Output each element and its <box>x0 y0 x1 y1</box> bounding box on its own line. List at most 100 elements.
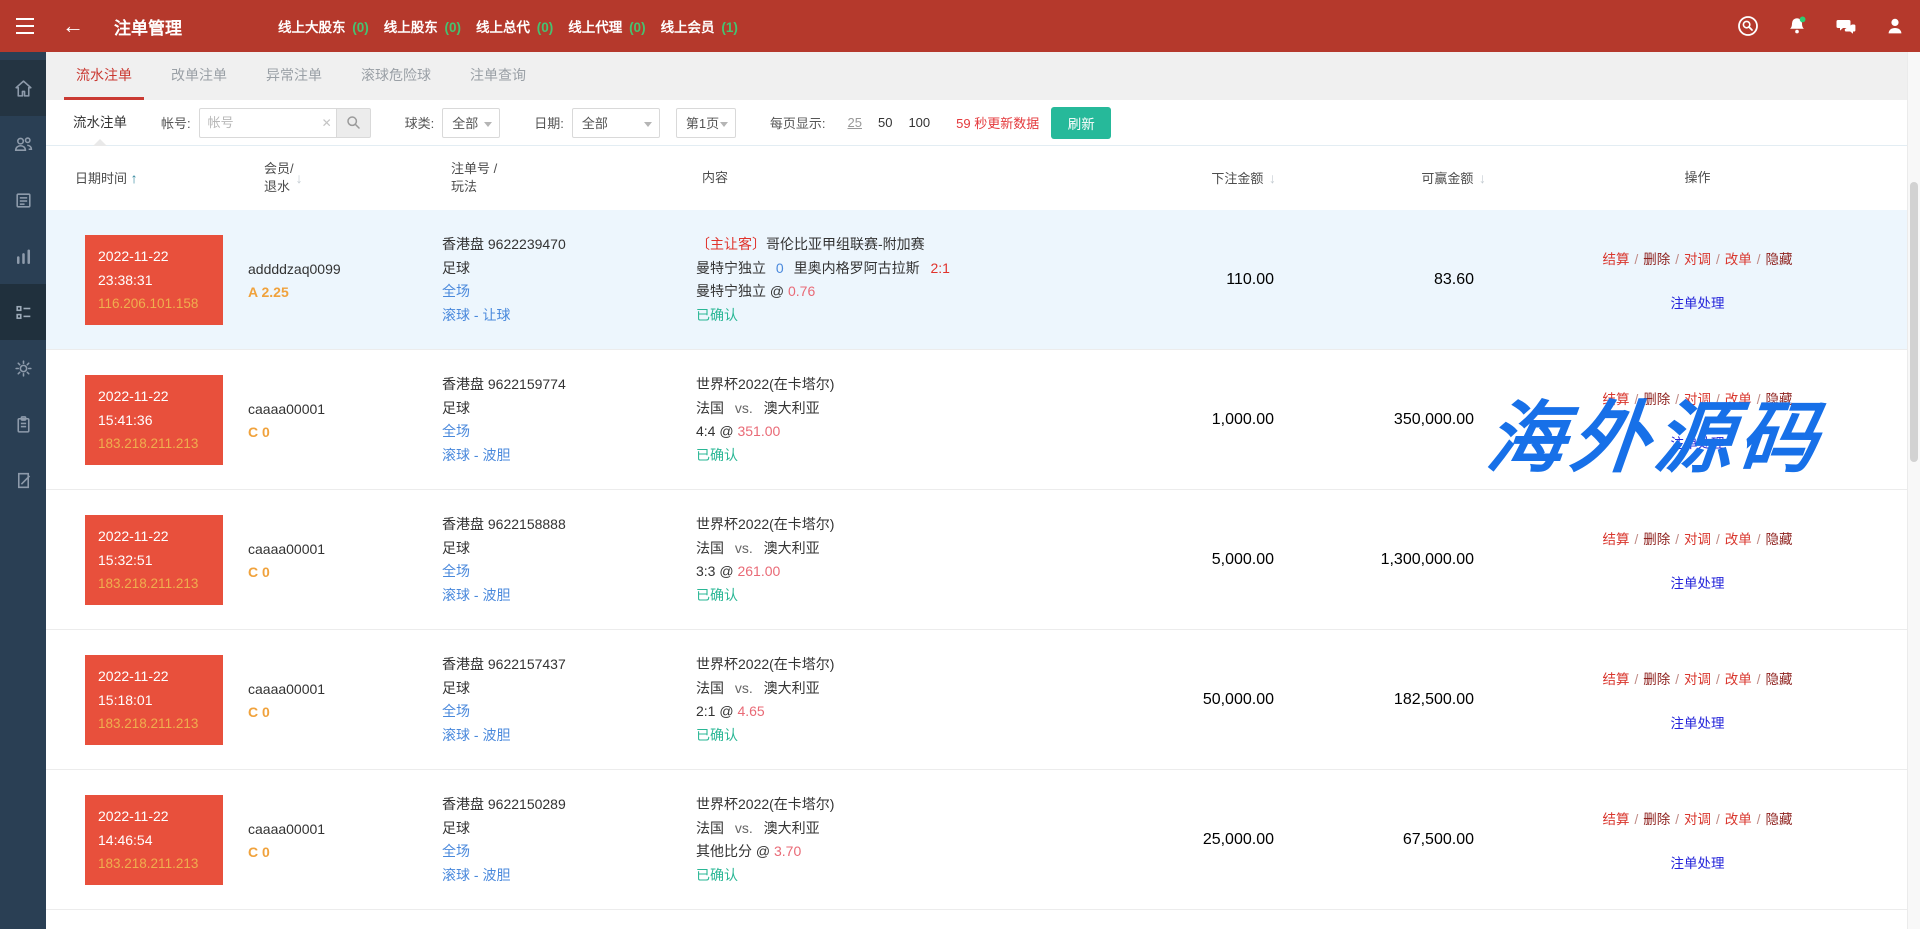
menu-toggle-icon[interactable] <box>10 11 40 41</box>
tab-modified-orders[interactable]: 改单注单 <box>159 52 239 100</box>
vs-label: vs. <box>735 820 753 836</box>
scope-link[interactable]: 全场 <box>442 280 688 304</box>
sport-type: 足球 <box>442 677 688 701</box>
sidebar-item-settings[interactable] <box>0 340 46 396</box>
swap-link[interactable]: 对调 <box>1684 812 1711 827</box>
settle-link[interactable]: 结算 <box>1602 252 1629 267</box>
settle-link[interactable]: 结算 <box>1602 532 1629 547</box>
modify-link[interactable]: 改单 <box>1725 672 1752 687</box>
play-type-link[interactable]: 滚球 - 让球 <box>442 304 688 328</box>
delete-link[interactable]: 删除 <box>1643 392 1670 407</box>
home-team: 法国 <box>696 680 724 696</box>
league-name: 世界杯2022(在卡塔尔) <box>696 653 1108 677</box>
notifications-bell-icon[interactable] <box>1786 15 1808 37</box>
delete-link[interactable]: 删除 <box>1643 532 1670 547</box>
action-separator: / <box>1757 392 1761 407</box>
away-team: 澳大利亚 <box>764 540 820 556</box>
tab-abnormal-orders[interactable]: 异常注单 <box>254 52 334 100</box>
swap-link[interactable]: 对调 <box>1684 252 1711 267</box>
settle-link[interactable]: 结算 <box>1602 672 1629 687</box>
page-size-50[interactable]: 50 <box>878 115 892 130</box>
nav-online-shareholder[interactable]: 线上股东 (0) <box>384 16 461 36</box>
home-icon <box>13 78 34 99</box>
sport-select[interactable]: 全部 <box>442 108 500 138</box>
clear-input-icon[interactable]: ✕ <box>317 108 337 138</box>
messages-icon[interactable] <box>1835 15 1857 37</box>
bet-date: 2022-11-22 <box>98 804 210 828</box>
bet-date: 2022-11-22 <box>98 244 210 268</box>
modify-link[interactable]: 改单 <box>1725 532 1752 547</box>
play-type-link[interactable]: 滚球 - 波胆 <box>442 724 688 748</box>
search-icon[interactable] <box>1737 15 1759 37</box>
scope-link[interactable]: 全场 <box>442 560 688 584</box>
process-order-link[interactable]: 注单处理 <box>1671 852 1725 872</box>
sidebar-item-orders[interactable] <box>0 284 46 340</box>
header-bet-amount[interactable]: 下注金额 ↓ <box>1108 169 1278 188</box>
page-size-100[interactable]: 100 <box>908 115 930 130</box>
modify-link[interactable]: 改单 <box>1725 392 1752 407</box>
sidebar-item-logs[interactable] <box>0 452 46 508</box>
page-select[interactable]: 第1页 <box>676 108 736 138</box>
hide-link[interactable]: 隐藏 <box>1766 532 1793 547</box>
sidebar-item-news[interactable] <box>0 172 46 228</box>
scope-link[interactable]: 全场 <box>442 700 688 724</box>
settle-link[interactable]: 结算 <box>1602 392 1629 407</box>
hide-link[interactable]: 隐藏 <box>1766 392 1793 407</box>
win-amount: 182,500.00 <box>1278 630 1488 770</box>
swap-link[interactable]: 对调 <box>1684 392 1711 407</box>
header-win-amount[interactable]: 可赢金额 ↓ <box>1278 169 1488 188</box>
win-amount: 1,300,000.00 <box>1278 490 1488 630</box>
profile-user-icon[interactable] <box>1884 15 1906 37</box>
hide-link[interactable]: 隐藏 <box>1766 672 1793 687</box>
back-arrow-icon[interactable]: ← <box>58 11 88 41</box>
process-order-link[interactable]: 注单处理 <box>1671 292 1725 312</box>
header-member-rebate[interactable]: 会员/ 退水 ↓ <box>246 160 414 196</box>
scope-link[interactable]: 全场 <box>442 840 688 864</box>
nav-online-agent[interactable]: 线上代理 (0) <box>568 16 645 36</box>
nav-online-general-agent[interactable]: 线上总代 (0) <box>476 16 553 36</box>
sidebar-item-members[interactable] <box>0 116 46 172</box>
sidebar-item-reports[interactable] <box>0 396 46 452</box>
delete-link[interactable]: 删除 <box>1643 252 1670 267</box>
modify-link[interactable]: 改单 <box>1725 252 1752 267</box>
tab-flow-orders[interactable]: 流水注单 <box>64 52 144 100</box>
action-separator: / <box>1757 532 1761 547</box>
table-row: 2022-11-22 23:38:31 116.206.101.158 addd… <box>46 210 1907 350</box>
nav-online-major-shareholder[interactable]: 线上大股东 (0) <box>278 16 369 36</box>
member-rebate: C 0 <box>248 704 414 720</box>
page-size-25[interactable]: 25 <box>848 115 862 130</box>
datetime-box: 2022-11-22 23:38:31 116.206.101.158 <box>85 235 223 325</box>
swap-link[interactable]: 对调 <box>1684 672 1711 687</box>
hide-link[interactable]: 隐藏 <box>1766 812 1793 827</box>
swap-link[interactable]: 对调 <box>1684 532 1711 547</box>
delete-link[interactable]: 删除 <box>1643 672 1670 687</box>
sport-label: 球类: <box>405 113 435 132</box>
tab-order-query[interactable]: 注单查询 <box>458 52 538 100</box>
refresh-button[interactable]: 刷新 <box>1051 107 1111 139</box>
settle-link[interactable]: 结算 <box>1602 812 1629 827</box>
process-order-link[interactable]: 注单处理 <box>1671 712 1725 732</box>
action-separator: / <box>1757 812 1761 827</box>
league-name: 世界杯2022(在卡塔尔) <box>696 793 1108 817</box>
scrollbar-thumb[interactable] <box>1910 182 1918 462</box>
play-type-link[interactable]: 滚球 - 波胆 <box>442 444 688 468</box>
process-order-link[interactable]: 注单处理 <box>1671 572 1725 592</box>
modify-link[interactable]: 改单 <box>1725 812 1752 827</box>
play-type-link[interactable]: 滚球 - 波胆 <box>442 584 688 608</box>
date-select[interactable]: 全部 <box>572 108 660 138</box>
process-order-link[interactable]: 注单处理 <box>1671 432 1725 452</box>
vertical-scrollbar[interactable] <box>1907 52 1920 929</box>
header-datetime[interactable]: 日期时间 ↑ <box>46 169 246 188</box>
scope-link[interactable]: 全场 <box>442 420 688 444</box>
sidebar-item-statistics[interactable] <box>0 228 46 284</box>
sort-desc-icon: ↓ <box>1269 170 1276 186</box>
nav-online-member[interactable]: 线上会员 (1) <box>661 16 738 36</box>
delete-link[interactable]: 删除 <box>1643 812 1670 827</box>
bet-date: 2022-11-22 <box>98 384 210 408</box>
sidebar-item-home[interactable] <box>0 60 46 116</box>
account-search-button[interactable] <box>337 108 371 138</box>
gear-icon <box>13 358 34 379</box>
hide-link[interactable]: 隐藏 <box>1766 252 1793 267</box>
tab-rolling-danger-ball[interactable]: 滚球危险球 <box>349 52 443 100</box>
play-type-link[interactable]: 滚球 - 波胆 <box>442 864 688 888</box>
